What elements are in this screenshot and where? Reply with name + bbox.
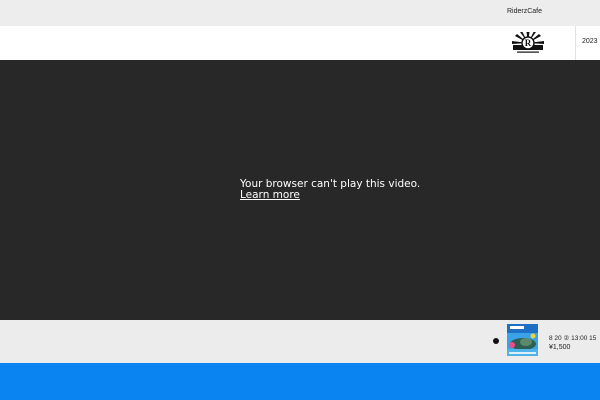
video-error-message: Your browser can't play this video. Lear… — [240, 179, 420, 201]
learn-more-link[interactable]: Learn more — [240, 190, 300, 201]
topbar-link-riderzcafe[interactable]: RiderzCafe — [507, 8, 542, 15]
sunburst-r-logo[interactable]: R — [512, 32, 544, 54]
site-header: R 2023 — [0, 26, 600, 60]
svg-text:R: R — [525, 38, 532, 48]
event-thumbnail[interactable] — [507, 324, 538, 356]
video-player[interactable]: Your browser can't play this video. Lear… — [0, 60, 600, 320]
dot-icon — [493, 338, 499, 344]
bottom-bar — [0, 363, 600, 400]
event-bar: 8 20 ② 13:00 15 ¥1,500 — [0, 320, 600, 363]
topbar: RiderzCafe — [0, 0, 600, 26]
header-year-menu[interactable]: 2023 — [582, 38, 598, 45]
event-price: ¥1,500 — [549, 344, 571, 351]
event-date: 8 20 ② 13:00 15 — [549, 335, 597, 342]
header-divider — [575, 26, 576, 60]
